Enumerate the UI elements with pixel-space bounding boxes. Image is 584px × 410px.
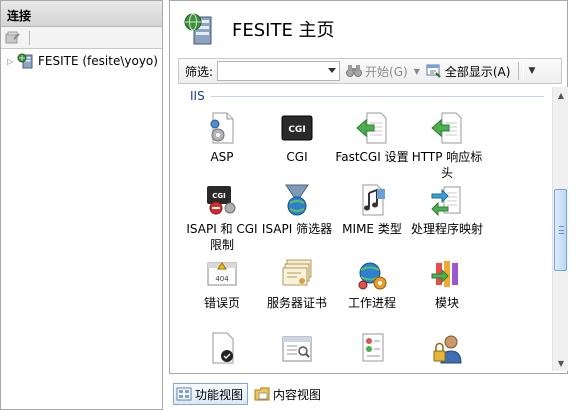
features-view-label: 功能视图 bbox=[195, 387, 244, 402]
worker-processes-icon bbox=[355, 257, 389, 291]
binoculars-icon bbox=[346, 64, 363, 78]
svg-text:404: 404 bbox=[215, 275, 229, 283]
feature-label: 错误页 bbox=[203, 296, 240, 310]
scrollbar-grip-icon bbox=[559, 226, 564, 234]
start-label: 开始(G) bbox=[365, 64, 408, 79]
mime-types-icon bbox=[355, 183, 389, 217]
asp-icon bbox=[205, 111, 239, 145]
connections-toolbar bbox=[1, 27, 162, 49]
feature-handler-mappings[interactable]: 处理程序映射 bbox=[407, 183, 487, 237]
view-switcher: 功能视图 内容视图 bbox=[167, 378, 584, 410]
chevron-down-icon[interactable] bbox=[328, 68, 337, 73]
http-headers-icon bbox=[430, 111, 464, 145]
vertical-scrollbar[interactable]: ▲ ▼ bbox=[552, 87, 568, 371]
features-view-icon bbox=[176, 386, 192, 402]
feature-fastcgi[interactable]: FastCGI 设置 bbox=[332, 111, 412, 165]
content-view-tab[interactable]: 内容视图 bbox=[252, 383, 325, 405]
expand-icon[interactable]: ▷ bbox=[7, 57, 17, 66]
modules-icon bbox=[430, 257, 464, 291]
cgi-icon: CGI bbox=[280, 111, 314, 145]
toolbar-grip bbox=[518, 62, 525, 80]
filter-toolbar: 筛选: 开始(G) ▼ 全部显示(A) ▼ bbox=[178, 58, 562, 84]
start-dropdown-icon[interactable]: ▼ bbox=[414, 67, 420, 76]
connect-icon[interactable] bbox=[5, 30, 21, 46]
connections-panel: 连接 ▷ FESITE (fesite\yoyo) bbox=[0, 0, 163, 410]
scrollbar-thumb[interactable] bbox=[554, 189, 567, 271]
logging-icon bbox=[355, 331, 389, 365]
feature-error-pages[interactable]: 404 错误页 bbox=[182, 257, 262, 311]
toolbar-overflow-icon[interactable]: ▼ bbox=[528, 66, 535, 76]
feature-mime-types[interactable]: MIME 类型 bbox=[332, 183, 412, 237]
isapi-cgi-restrictions-icon: CGI bbox=[205, 183, 239, 217]
feature-modules[interactable]: 模块 bbox=[407, 257, 487, 311]
group-divider bbox=[210, 95, 544, 97]
feature-http-headers[interactable]: HTTP 响应标头 bbox=[407, 111, 487, 181]
feature-directory-browsing[interactable] bbox=[257, 331, 337, 369]
show-all-icon bbox=[426, 64, 442, 78]
feature-logging[interactable] bbox=[332, 331, 412, 369]
feature-authentication[interactable] bbox=[407, 331, 487, 369]
page-title: FESITE 主页 bbox=[232, 20, 335, 41]
show-all-button[interactable]: 全部显示(A) bbox=[426, 63, 511, 80]
group-name: IIS bbox=[190, 89, 205, 103]
authentication-icon bbox=[430, 331, 464, 365]
feature-label: 服务器证书 bbox=[266, 296, 327, 310]
features-view: IIS ASP CGI CGI FastCGI 设置 HTTP 响应标头 CGI… bbox=[178, 87, 552, 371]
feature-label: 工作进程 bbox=[347, 296, 396, 310]
handler-mappings-icon bbox=[430, 183, 464, 217]
filter-label: 筛选: bbox=[185, 64, 214, 79]
content-frame: FESITE 主页 筛选: 开始(G) ▼ 全部显示(A) ▼ IIS ASP … bbox=[169, 0, 568, 374]
feature-label: ASP bbox=[210, 150, 234, 164]
scroll-down-icon[interactable]: ▼ bbox=[553, 355, 569, 371]
error-pages-icon: 404 bbox=[205, 257, 239, 291]
content-view-label: 内容视图 bbox=[273, 387, 322, 402]
server-certificates-icon bbox=[280, 257, 314, 291]
group-header: IIS bbox=[190, 89, 544, 103]
connections-tree: ▷ FESITE (fesite\yoyo) bbox=[1, 49, 162, 70]
feature-isapi-cgi-restrictions[interactable]: CGI ISAPI 和 CGI 限制 bbox=[182, 183, 262, 253]
features-view-tab[interactable]: 功能视图 bbox=[173, 383, 249, 405]
feature-label: ISAPI 和 CGI 限制 bbox=[186, 222, 258, 252]
directory-browsing-icon bbox=[280, 331, 314, 365]
svg-text:CGI: CGI bbox=[288, 125, 305, 135]
isapi-filters-icon bbox=[280, 183, 314, 217]
server-icon bbox=[17, 53, 35, 69]
feature-isapi-filters[interactable]: ISAPI 筛选器 bbox=[257, 183, 337, 237]
fastcgi-icon bbox=[355, 111, 389, 145]
toolbar-separator bbox=[29, 30, 30, 45]
default-document-icon bbox=[205, 331, 239, 365]
server-home-icon bbox=[182, 11, 218, 47]
svg-text:CGI: CGI bbox=[212, 192, 226, 200]
feature-server-certificates[interactable]: 服务器证书 bbox=[257, 257, 337, 311]
feature-label: CGI bbox=[286, 150, 308, 164]
show-all-label: 全部显示(A) bbox=[444, 64, 511, 79]
feature-cgi[interactable]: CGI CGI bbox=[257, 111, 337, 165]
page-header: FESITE 主页 bbox=[170, 1, 567, 57]
content-view-icon bbox=[254, 386, 270, 402]
start-button[interactable]: 开始(G) bbox=[346, 63, 408, 80]
feature-default-document[interactable] bbox=[182, 331, 262, 369]
feature-label: MIME 类型 bbox=[342, 222, 402, 236]
feature-worker-processes[interactable]: 工作进程 bbox=[332, 257, 412, 311]
feature-label: ISAPI 筛选器 bbox=[261, 222, 333, 236]
main-area: FESITE 主页 筛选: 开始(G) ▼ 全部显示(A) ▼ IIS ASP … bbox=[167, 0, 584, 410]
feature-label: HTTP 响应标头 bbox=[411, 150, 483, 180]
feature-asp[interactable]: ASP bbox=[182, 111, 262, 165]
tree-item-label: FESITE (fesite\yoyo) bbox=[38, 54, 158, 68]
feature-label: 模块 bbox=[434, 296, 459, 310]
feature-label: FastCGI 设置 bbox=[335, 150, 409, 164]
tree-item-server[interactable]: ▷ FESITE (fesite\yoyo) bbox=[7, 52, 162, 70]
connections-header: 连接 bbox=[1, 1, 162, 27]
feature-label: 处理程序映射 bbox=[410, 222, 483, 236]
filter-combobox[interactable] bbox=[217, 61, 341, 81]
scroll-up-icon[interactable]: ▲ bbox=[553, 87, 569, 103]
